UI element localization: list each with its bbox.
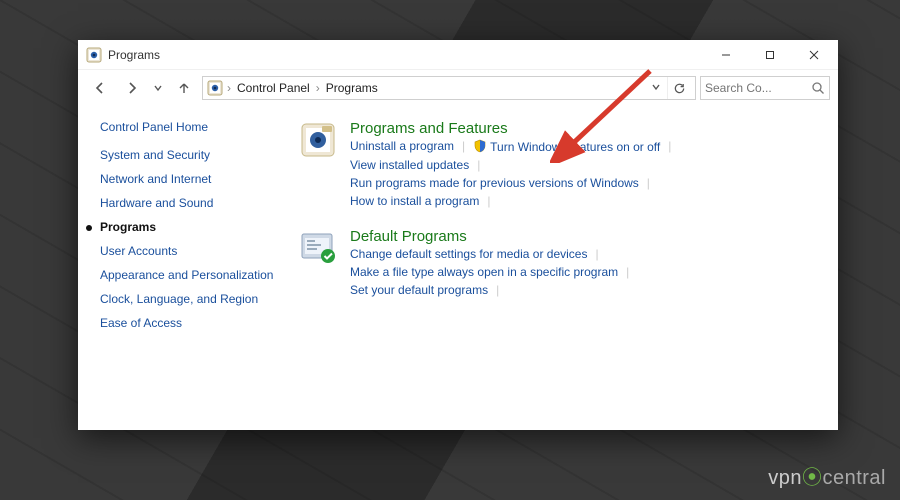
address-icon <box>207 80 223 96</box>
sidebar-list: System and Security Network and Internet H… <box>100 148 278 330</box>
chevron-right-icon: › <box>227 81 231 95</box>
sidebar-link[interactable]: Network and Internet <box>100 172 211 186</box>
breadcrumb-root[interactable]: Control Panel <box>235 81 312 95</box>
task-link[interactable]: How to install a program <box>350 194 479 208</box>
category-group: Default Programs Change default settings … <box>298 228 820 299</box>
category-links: Uninstall a program | Turn Windows feature… <box>350 139 820 210</box>
search-box[interactable] <box>700 76 830 100</box>
link-divider: | <box>462 139 465 154</box>
sidebar-item: Programs <box>100 220 278 234</box>
back-button[interactable] <box>86 74 114 102</box>
control-panel-home-link[interactable]: Control Panel Home <box>100 120 278 134</box>
task-link[interactable]: Turn Windows features on or off <box>473 139 660 154</box>
task-link[interactable]: Uninstall a program <box>350 139 454 154</box>
task-link[interactable]: Run programs made for previous versions … <box>350 176 639 190</box>
sidebar-item: Hardware and Sound <box>100 196 278 210</box>
window-icon <box>86 47 102 63</box>
task-link[interactable]: Change default settings for media or dev… <box>350 247 587 261</box>
category-body: Default Programs Change default settings … <box>350 228 820 299</box>
watermark-text-a: vpn <box>768 467 802 489</box>
sidebar-item: User Accounts <box>100 244 278 258</box>
titlebar: Programs <box>78 40 838 70</box>
category-group: Programs and Features Uninstall a program… <box>298 120 820 210</box>
category-title[interactable]: Programs and Features <box>350 120 820 137</box>
control-panel-window: Programs › Control Panel › Programs <box>78 40 838 430</box>
main-content: Programs and Features Uninstall a program… <box>288 106 838 430</box>
address-bar[interactable]: › Control Panel › Programs <box>202 76 696 100</box>
window-controls <box>704 41 836 69</box>
sidebar-link[interactable]: User Accounts <box>100 244 177 258</box>
task-link[interactable]: Set your default programs <box>350 283 488 297</box>
link-divider: | <box>477 158 480 172</box>
address-history-button[interactable] <box>649 81 663 95</box>
forward-button[interactable] <box>118 74 146 102</box>
refresh-button[interactable] <box>667 77 691 99</box>
task-link[interactable]: View installed updates <box>350 158 469 172</box>
default-programs-icon <box>298 228 338 268</box>
sidebar-item: Appearance and Personalization <box>100 268 278 282</box>
sidebar-item: System and Security <box>100 148 278 162</box>
sidebar-item: Ease of Access <box>100 316 278 330</box>
sidebar-item: Clock, Language, and Region <box>100 292 278 306</box>
window-title: Programs <box>108 48 704 62</box>
watermark: vpn⦿central <box>768 461 886 490</box>
sidebar-link[interactable]: Appearance and Personalization <box>100 268 273 282</box>
watermark-text-b: central <box>822 467 886 489</box>
category-links: Change default settings for media or dev… <box>350 247 820 299</box>
sidebar-item: Network and Internet <box>100 172 278 186</box>
link-divider: | <box>647 176 650 190</box>
search-icon <box>811 81 825 95</box>
watermark-dot: ⦿ <box>802 467 823 489</box>
sidebar-link[interactable]: Ease of Access <box>100 316 182 330</box>
sidebar-link[interactable]: Hardware and Sound <box>100 196 213 210</box>
sidebar-link[interactable]: System and Security <box>100 148 210 162</box>
search-input[interactable] <box>705 81 811 95</box>
category-body: Programs and Features Uninstall a program… <box>350 120 820 210</box>
breadcrumb-current[interactable]: Programs <box>324 81 380 95</box>
sidebar: Control Panel Home System and Security Ne… <box>78 106 288 430</box>
sidebar-item-current: Programs <box>100 220 156 234</box>
chevron-right-icon: › <box>316 81 320 95</box>
task-link[interactable]: Make a file type always open in a specif… <box>350 265 618 279</box>
link-divider: | <box>595 247 598 261</box>
category-title[interactable]: Default Programs <box>350 228 820 245</box>
sidebar-link[interactable]: Clock, Language, and Region <box>100 292 258 306</box>
link-divider: | <box>496 283 499 297</box>
content-body: Control Panel Home System and Security Ne… <box>78 106 838 430</box>
link-divider: | <box>668 139 671 154</box>
recent-locations-button[interactable] <box>150 74 166 102</box>
maximize-button[interactable] <box>748 41 792 69</box>
programs-features-icon <box>298 120 338 160</box>
minimize-button[interactable] <box>704 41 748 69</box>
close-button[interactable] <box>792 41 836 69</box>
link-divider: | <box>487 194 490 208</box>
link-divider: | <box>626 265 629 279</box>
up-button[interactable] <box>170 74 198 102</box>
nav-row: › Control Panel › Programs <box>78 70 838 106</box>
